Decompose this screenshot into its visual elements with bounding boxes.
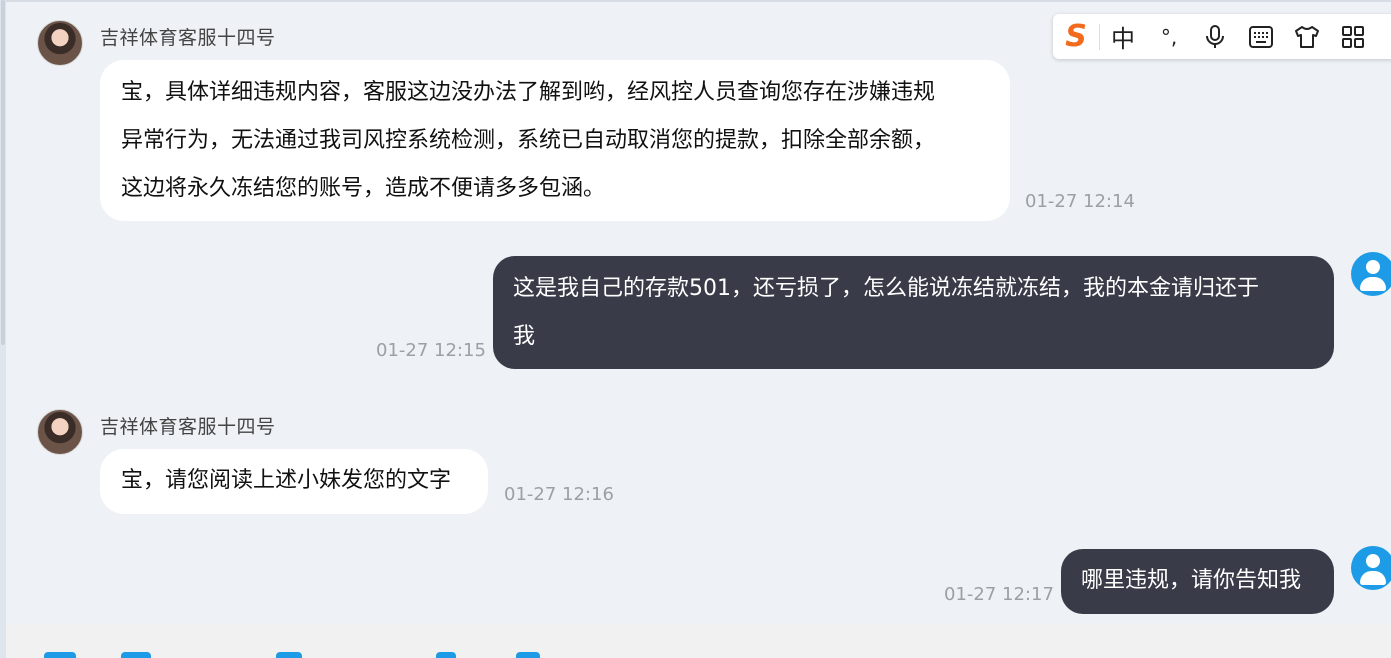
message-timestamp: 01-27 12:14 [1025,191,1135,212]
agent-message-bubble: 宝，具体详细违规内容，客服这边没办法了解到哟，经风控人员查询您存在涉嫌违规 异常… [100,60,1010,221]
message-timestamp: 01-27 12:15 [376,340,486,361]
input-toolbar [6,624,1391,658]
message-line: 宝，请您阅读上述小妹发您的文字 [121,468,452,493]
user-message-bubble: 哪里违规，请你告知我 [1061,549,1334,614]
image-icon[interactable] [121,652,151,658]
punctuation-mode-button[interactable]: °, [1146,14,1192,59]
top-divider [6,0,1391,2]
agent-avatar [37,409,83,455]
file-icon[interactable] [276,652,302,658]
user-message-bubble: 这是我自己的存款501，还亏损了，怎么能说冻结就冻结，我的本金请归还于 我 [493,256,1334,369]
message-line: 我 [513,324,536,349]
message-line: 宝，具体详细违规内容，客服这边没办法了解到哟，经风控人员查询您存在涉嫌违规 [121,80,936,105]
language-mode-button[interactable]: 中 [1100,14,1146,59]
left-scrollbar[interactable] [0,0,6,658]
message-line: 哪里违规，请你告知我 [1081,568,1302,593]
message-line: 这边将永久冻结您的账号，造成不便请多多包涵。 [121,176,606,201]
keyboard-icon[interactable] [1238,14,1284,59]
shirt-icon[interactable] [1284,14,1330,59]
grid-icon[interactable] [1330,14,1376,59]
message-timestamp: 01-27 12:16 [504,484,614,505]
message-timestamp: 01-27 12:17 [944,584,1054,605]
message-line: 异常行为，无法通过我司风控系统检测，系统已自动取消您的提款，扣除全部余额， [121,128,936,153]
agent-name: 吉祥体育客服十四号 [100,416,276,438]
microphone-icon[interactable] [1192,14,1238,59]
message-line: 这是我自己的存款501，还亏损了，怎么能说冻结就冻结，我的本金请归还于 [513,276,1259,301]
emoji-icon[interactable] [44,652,76,658]
agent-message-bubble: 宝，请您阅读上述小妹发您的文字 [100,449,488,514]
ime-toolbar[interactable]: S 中 °, [1053,14,1391,59]
agent-avatar [37,20,83,66]
sogou-logo-icon[interactable]: S [1053,14,1099,59]
user-avatar-icon [1351,546,1391,590]
user-avatar-icon [1351,252,1391,296]
more-icon[interactable] [516,652,540,658]
agent-name: 吉祥体育客服十四号 [100,27,276,49]
scroll-thumb[interactable] [1,0,5,345]
rate-icon[interactable] [436,652,456,658]
